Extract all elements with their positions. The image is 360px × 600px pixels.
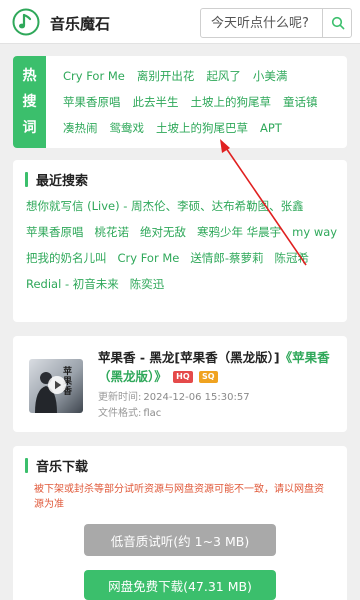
top-header: 音乐魔石 — [0, 0, 360, 44]
update-time-label: 更新时间: — [98, 392, 142, 403]
download-title: 音乐下载 — [36, 460, 89, 475]
recent-tag[interactable]: 陈冠希 — [275, 248, 310, 269]
hot-tag[interactable]: 起风了 — [206, 66, 241, 87]
hot-label-char: 搜 — [22, 94, 37, 110]
recent-tag[interactable]: 陈奕迅 — [130, 274, 165, 295]
hot-tag[interactable]: 离别开出花 — [137, 66, 195, 87]
file-format-label: 文件格式: — [98, 408, 142, 419]
download-card: 音乐下载 被下架或封杀等部分试听资源与网盘资源可能不一致，请以网盘资源为准 低音… — [13, 446, 347, 600]
recent-tag[interactable]: 寒鸦少年 华晨宇 — [197, 222, 281, 243]
update-time-value: 2024-12-06 15:30:57 — [143, 392, 250, 403]
recent-tag[interactable]: 绝对无敌 — [140, 222, 186, 243]
hot-tag[interactable]: 土坡上的狗尾巴草 — [156, 118, 248, 139]
app-title: 音乐魔石 — [50, 15, 111, 33]
sq-badge: SQ — [198, 371, 218, 383]
search-button[interactable] — [322, 9, 352, 37]
song-info-card: 苹果香 苹果香 - 黑龙[苹果香（黑龙版）]《苹果香（黑龙版）》 HQ SQ 更… — [13, 336, 347, 432]
recent-tag[interactable]: Redial - 初音未来 — [26, 274, 119, 295]
recent-tag[interactable]: 桃花诺 — [95, 222, 130, 243]
hot-tag[interactable]: 此去半生 — [133, 92, 179, 113]
recent-tag[interactable]: 送情郎-蔡萝莉 — [190, 248, 263, 269]
hq-badge: HQ — [173, 371, 193, 383]
hot-search-label: 热 搜 词 — [13, 56, 46, 148]
file-format-value: flac — [143, 408, 162, 419]
update-time: 更新时间: 2024-12-06 15:30:57 — [98, 388, 250, 403]
song-title: 苹果香 - 黑龙[苹果香（黑龙版）]《苹果香（黑龙版）》 HQ SQ — [98, 348, 338, 386]
song-name: 苹果香 - 黑龙[苹果香（黑龙版）] — [98, 350, 280, 365]
section-accent-bar — [25, 172, 28, 187]
play-icon[interactable] — [47, 375, 67, 395]
album-cover[interactable]: 苹果香 — [29, 359, 83, 413]
hot-tag[interactable]: 鸳鸯戏 — [110, 118, 145, 139]
hot-tag[interactable]: Cry For Me — [63, 66, 125, 87]
recent-tag[interactable]: 苹果香原唱 — [26, 222, 84, 243]
hot-tag[interactable]: 小美满 — [253, 66, 288, 87]
file-format: 文件格式: flac — [98, 404, 161, 419]
search-input[interactable] — [201, 9, 322, 37]
download-heading: 音乐下载 — [25, 456, 88, 475]
recent-search-heading: 最近搜索 — [25, 170, 88, 189]
recent-search-card: 最近搜索 想你就写信 (Live) - 周杰伦、李硕、达布希勒图、张鑫 苹果香原… — [13, 160, 347, 322]
hot-tag[interactable]: APT — [260, 118, 282, 139]
search-icon — [331, 16, 344, 30]
hot-search-tags: Cry For Me 离别开出花 起风了 小美满 苹果香原唱 此去半生 土坡上的… — [63, 66, 347, 139]
search-box — [200, 8, 352, 38]
recent-search-title: 最近搜索 — [36, 174, 89, 189]
recent-tag[interactable]: 想你就写信 (Live) - 周杰伦、李硕、达布希勒图、张鑫 — [26, 196, 304, 217]
hot-tag[interactable]: 土坡上的狗尾草 — [191, 92, 272, 113]
hot-tag[interactable]: 凑热闹 — [63, 118, 98, 139]
recent-tag[interactable]: Cry For Me — [118, 248, 180, 269]
hot-label-char: 词 — [22, 120, 37, 136]
low-quality-preview-button[interactable]: 低音质试听(约 1~3 MB) — [84, 524, 276, 556]
hot-tag[interactable]: 童话镇 — [283, 92, 318, 113]
section-accent-bar — [25, 458, 28, 473]
music-note-icon[interactable] — [12, 8, 40, 36]
recent-search-tags: 想你就写信 (Live) - 周杰伦、李硕、达布希勒图、张鑫 苹果香原唱 桃花诺… — [26, 196, 342, 295]
recent-tag[interactable]: my way — [292, 222, 337, 243]
recent-tag[interactable]: 把我的奶名儿叫 — [26, 248, 107, 269]
download-notice: 被下架或封杀等部分试听资源与网盘资源可能不一致，请以网盘资源为准 — [34, 484, 324, 510]
hot-label-char: 热 — [22, 68, 37, 84]
netdisk-download-button[interactable]: 网盘免费下载(47.31 MB) — [84, 570, 276, 600]
hot-tag[interactable]: 苹果香原唱 — [63, 92, 121, 113]
hot-search-card: 热 搜 词 Cry For Me 离别开出花 起风了 小美满 苹果香原唱 此去半… — [13, 56, 347, 148]
